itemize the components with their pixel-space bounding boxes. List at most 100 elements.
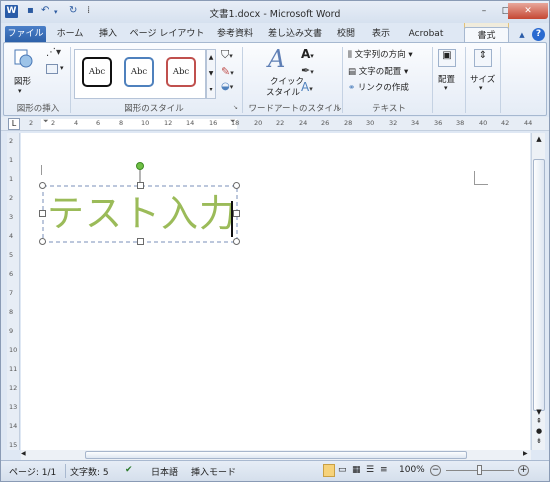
horizontal-ruler[interactable]: L ⏷ ⏷ 2 2 4 6 8 10 12 14 16 18 20 22 24 26 28 30 32 34 36 3…	[1, 117, 549, 131]
tab-acrobat[interactable]: Acrobat	[402, 26, 450, 43]
rotate-handle[interactable]	[136, 162, 144, 170]
scroll-up-icon[interactable]: ▲	[533, 133, 545, 145]
zoom-out-icon[interactable]: −	[430, 465, 441, 476]
size-icon[interactable]: ⇕	[474, 49, 492, 67]
group-separator	[465, 47, 466, 113]
shape-style-1[interactable]: Abc	[82, 57, 112, 87]
tab-file[interactable]: ファイル	[5, 26, 46, 43]
ruler-number: 34	[411, 119, 420, 127]
wordart-group-label: ワードアートのスタイル	[248, 104, 342, 114]
size-dropdown-icon[interactable]: ▾	[479, 84, 483, 92]
vertical-ruler[interactable]: 2 1 1 2 3 4 5 6 7 8 9 10 11 12 13 14 15	[7, 133, 20, 450]
text-direction-label: 文字列の方向	[354, 50, 406, 60]
align-text-button[interactable]: ▤ 文字の配置 ▾	[348, 65, 408, 77]
insert-mode[interactable]: 挿入モード	[191, 465, 236, 478]
text-box-dropdown-icon[interactable]: ▾	[60, 64, 64, 72]
status-bar: ページ: 1/1 文字数: 5 ✔ 日本語 挿入モード ▭ ▦ ☰ ≡ 100%…	[1, 460, 549, 481]
vertical-ruler-number: 4	[9, 232, 14, 240]
hscroll-thumb[interactable]	[85, 451, 467, 459]
scroll-right-icon[interactable]: ▶	[523, 450, 528, 457]
text-outline-icon[interactable]: ✒▾	[301, 64, 314, 77]
resize-handle[interactable]	[233, 238, 240, 245]
text-direction-button[interactable]: ⫼ 文字列の方向 ▾	[348, 48, 413, 60]
horizontal-scrollbar[interactable]: ◀ ▶	[21, 450, 531, 460]
shape-style-3[interactable]: Abc	[166, 57, 196, 87]
proofing-icon[interactable]: ✔	[125, 465, 133, 475]
gallery-scroll[interactable]: ▲ ▼ ▾	[206, 49, 216, 99]
edit-shape-icon[interactable]: ⋰▾	[46, 47, 61, 58]
create-link-label: リンクの作成	[357, 83, 409, 93]
vertical-ruler-number: 6	[9, 270, 14, 278]
tab-mailings[interactable]: 差し込み文書	[264, 26, 326, 43]
shape-style-2[interactable]: Abc	[124, 57, 154, 87]
text-group-label: テキスト	[372, 104, 406, 114]
zoom-in-icon[interactable]: +	[518, 465, 529, 476]
outline-icon[interactable]: ☰	[366, 465, 374, 475]
text-box-frame[interactable]	[21, 133, 530, 450]
quick-style-label2[interactable]: スタイル	[266, 86, 300, 98]
zoom-slider-thumb[interactable]	[477, 465, 482, 475]
resize-handle[interactable]	[39, 238, 46, 245]
scroll-down-icon[interactable]: ▼	[533, 407, 545, 417]
vertical-ruler-number: 5	[9, 251, 14, 259]
ruler-number: 14	[186, 119, 195, 127]
vertical-ruler-number: 3	[9, 213, 14, 221]
arrange-icon[interactable]: ▣	[438, 49, 456, 67]
tab-insert[interactable]: 挿入	[94, 26, 122, 43]
language[interactable]: 日本語	[151, 465, 178, 478]
link-icon: ⚭	[348, 83, 358, 93]
shapes-dropdown-icon[interactable]: ▾	[18, 87, 22, 95]
browse-object-icon[interactable]: ●	[533, 427, 545, 435]
resize-handle[interactable]	[137, 182, 144, 189]
tab-review[interactable]: 校閲	[332, 26, 360, 43]
group-separator	[500, 47, 501, 113]
scroll-thumb[interactable]	[533, 159, 545, 411]
text-fill-icon[interactable]: A▾	[301, 47, 314, 61]
ruler-number: 24	[299, 119, 308, 127]
text-effects-icon[interactable]: A▾	[301, 80, 313, 94]
close-button[interactable]: ✕	[508, 3, 548, 19]
wordart-text[interactable]: テスト入力	[47, 191, 237, 237]
shape-outline-icon[interactable]: ✎▾	[221, 65, 234, 78]
window-title: 文書1.docx - Microsoft Word	[209, 9, 341, 20]
ruler-number: 40	[479, 119, 488, 127]
dialog-launcher-icon[interactable]: ↘	[335, 104, 340, 111]
help-icon[interactable]: ?	[532, 28, 545, 41]
resize-handle[interactable]	[137, 238, 144, 245]
shape-effects-icon[interactable]: ◒▾	[221, 81, 233, 92]
create-link-button[interactable]: ⚭ リンクの作成	[348, 81, 409, 93]
insert-shapes-group-label: 図形の挿入	[16, 104, 60, 114]
word-count[interactable]: 文字数: 5	[70, 465, 109, 478]
tab-page-layout[interactable]: ページ レイアウト	[129, 26, 205, 43]
vertical-ruler-number: 1	[9, 175, 14, 183]
shape-fill-icon[interactable]: ⛉▾	[221, 48, 233, 62]
title-bar: W ▪ ↶ ▾ ↻ ⁞ 文書1.docx - Microsoft Word – …	[1, 1, 549, 23]
web-layout-icon[interactable]: ▦	[352, 465, 361, 475]
text-box-icon[interactable]	[46, 64, 58, 74]
resize-handle[interactable]	[39, 182, 46, 189]
vertical-ruler-number: 9	[9, 327, 14, 335]
next-page-icon[interactable]: ⇟	[533, 437, 545, 445]
prev-page-icon[interactable]: ⇞	[533, 417, 545, 425]
arrange-dropdown-icon[interactable]: ▾	[444, 84, 448, 92]
collapse-ribbon-icon[interactable]: ▲	[516, 29, 528, 41]
document-page[interactable]: テスト入力	[21, 133, 530, 450]
resize-handle[interactable]	[233, 182, 240, 189]
shapes-button[interactable]: 図形	[14, 75, 31, 87]
zoom-level[interactable]: 100%	[399, 465, 425, 475]
tab-view[interactable]: 表示	[367, 26, 395, 43]
page-count[interactable]: ページ: 1/1	[9, 465, 56, 478]
draft-icon[interactable]: ≡	[380, 465, 388, 475]
vertical-scrollbar[interactable]: ▲ ▼ ⇞ ● ⇟	[531, 133, 545, 450]
ruler-number: 18	[231, 119, 240, 127]
tab-home[interactable]: ホーム	[53, 26, 87, 43]
ruler-number: 36	[434, 119, 443, 127]
shapes-gallery-icon[interactable]	[12, 48, 34, 76]
full-screen-reading-icon[interactable]: ▭	[338, 465, 347, 475]
print-layout-icon[interactable]	[323, 464, 335, 477]
dialog-launcher-icon[interactable]: ↘	[233, 104, 238, 111]
tab-references[interactable]: 参考資料	[212, 26, 258, 43]
scroll-left-icon[interactable]: ◀	[21, 450, 26, 457]
resize-handle[interactable]	[39, 210, 46, 217]
quick-style-icon[interactable]: A	[268, 45, 285, 73]
